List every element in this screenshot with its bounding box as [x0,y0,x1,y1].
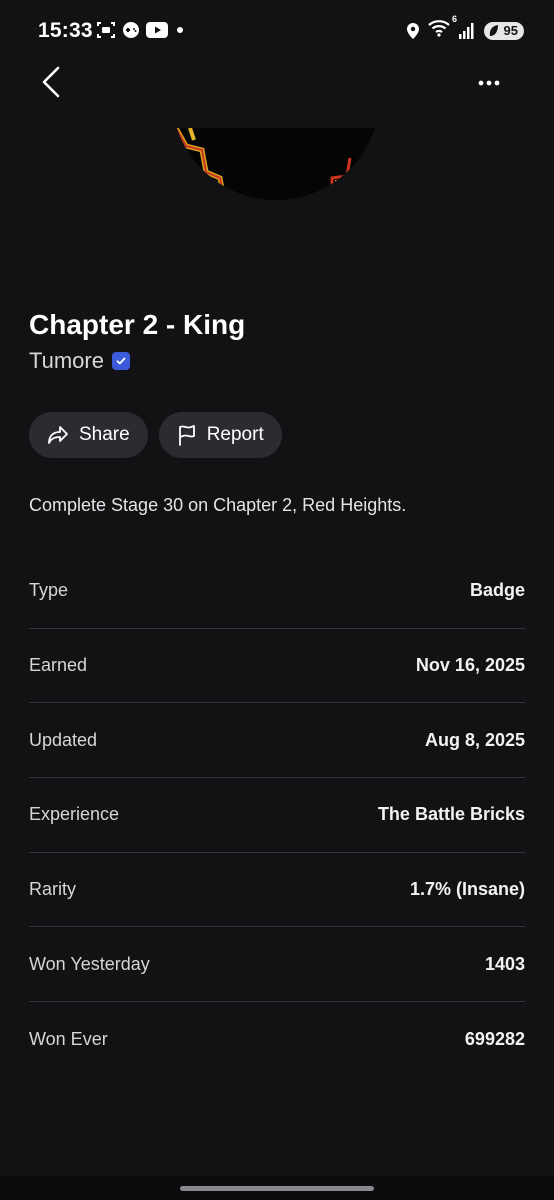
share-icon [48,426,68,444]
creator-name[interactable]: Tumore [29,348,104,374]
verified-icon [111,352,130,370]
detail-label: Won Ever [29,1028,108,1049]
detail-label: Type [29,580,69,601]
detail-value: Nov 16, 2025 [415,655,525,676]
dot-icon [177,27,183,33]
badge-title: Chapter 2 - King [29,309,246,340]
badge-description: Complete Stage 30 on Chapter 2, Red Heig… [29,495,407,515]
badge-image [172,128,380,200]
detail-value: Aug 8, 2025 [424,729,525,750]
detail-label: Rarity [29,879,77,900]
more-options-icon [478,80,500,86]
creator-row[interactable]: Tumore [29,348,130,374]
wifi-indicator: 6 [428,14,457,42]
flag-icon [178,425,195,446]
detail-row-won-yesterday: Won Yesterday 1403 [29,927,525,1003]
detail-row-rarity: Rarity 1.7% (Insane) [29,853,525,928]
detail-value: Badge [469,580,525,601]
game-controller-icon [123,22,139,38]
detail-row-updated: Updated Aug 8, 2025 [29,703,525,779]
detail-value: 1403 [484,953,525,974]
location-icon [407,22,419,39]
share-label: Share [79,424,130,445]
battery-level: 95 [503,23,518,38]
back-button[interactable] [34,62,68,102]
detail-row-earned: Earned Nov 16, 2025 [29,629,525,704]
share-button[interactable]: Share [29,412,148,458]
detail-label: Won Yesterday [29,953,150,974]
experience-link[interactable]: The Battle Bricks [378,804,525,825]
screenshot-icon [97,22,115,38]
detail-label: Experience [29,804,120,825]
detail-value: 699282 [464,1028,525,1049]
battery-indicator: 95 [484,21,524,40]
more-options-button[interactable] [472,68,506,98]
wifi-icon [428,20,450,37]
action-buttons: Share Report [29,412,282,458]
status-bar: 15:33 6 95 [0,0,554,60]
report-button[interactable]: Report [158,412,282,458]
signal-icon [459,22,474,39]
badge-detail-screen: 15:33 6 95 Chapter 2 - King Tumore Share… [0,0,554,1200]
system-icons: 6 95 [406,14,524,42]
report-label: Report [206,424,264,445]
leaf-icon [489,24,498,36]
wifi-badge: 6 [451,14,457,24]
detail-row-type: Type Badge [29,554,525,629]
youtube-icon [146,22,168,38]
detail-value: 1.7% (Insane) [409,879,525,900]
detail-row-experience[interactable]: Experience The Battle Bricks [29,778,525,853]
status-time: 15:33 [38,19,93,42]
home-indicator[interactable] [180,1186,374,1191]
detail-label: Updated [29,729,98,750]
detail-row-won-ever: Won Ever 699282 [29,1002,525,1077]
notification-icons [96,20,186,40]
details-list: Type Badge Earned Nov 16, 2025 Updated A… [29,554,525,1077]
back-icon [42,66,60,98]
detail-label: Earned [29,655,88,676]
